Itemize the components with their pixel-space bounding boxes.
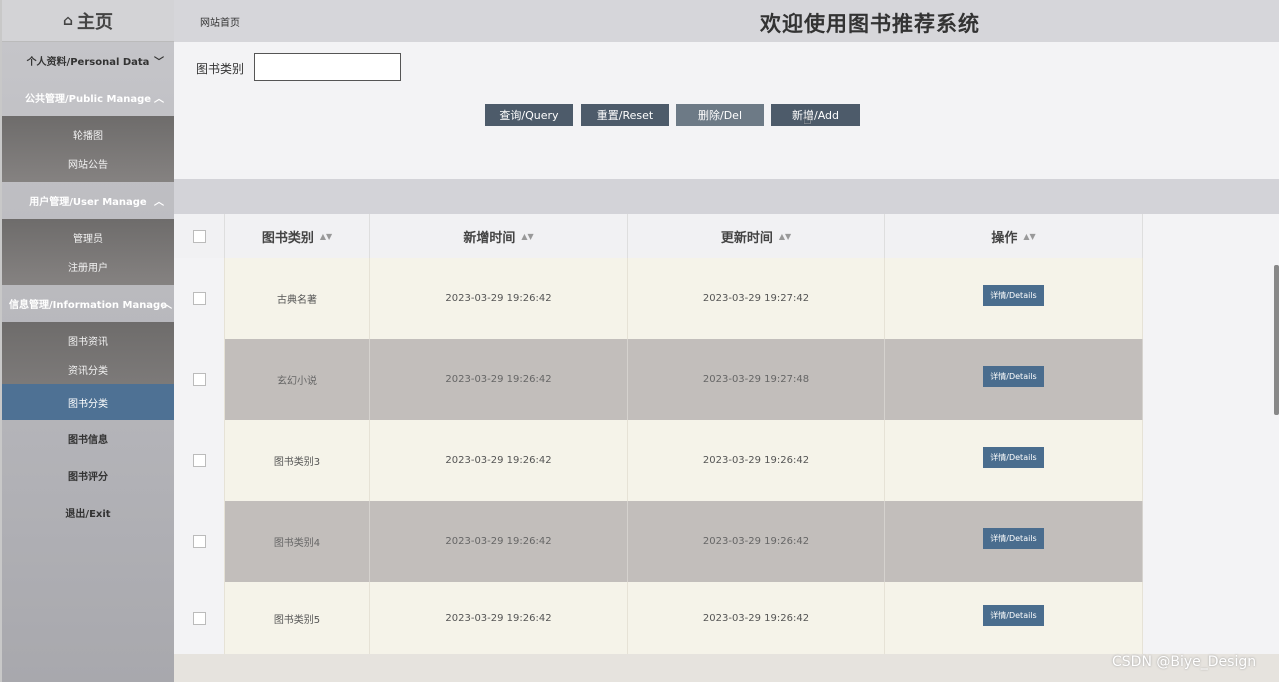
menu-group-public-manage[interactable]: 公共管理/Public Manage ︿: [2, 79, 174, 116]
cell-updated: 2023-03-29 19:26:42: [628, 420, 885, 501]
details-button[interactable]: 详情/Details: [983, 285, 1044, 306]
hand-cursor-icon: ☝: [803, 112, 812, 128]
menu-group-label: 公共管理/Public Manage: [24, 94, 152, 105]
cell-action: 详情/Details: [885, 258, 1143, 339]
chevron-up-icon: ︿: [162, 300, 172, 311]
header-created-time[interactable]: 新增时间 ▲▼: [370, 214, 628, 258]
watermark: CSDN @Biye_Design: [1112, 654, 1257, 670]
data-table: 图书类别 ▲▼ 新增时间 ▲▼ 更新时间 ▲▼ 操作 ▲▼ 古典名著 2023-03-2…: [174, 214, 1279, 654]
cell-action: 详情/Details: [885, 339, 1143, 420]
select-all-checkbox[interactable]: [192, 229, 206, 243]
details-button[interactable]: 详情/Details: [983, 447, 1044, 468]
sidebar-item-book-rating[interactable]: 图书评分: [2, 457, 174, 494]
table-row: 图书类别5 2023-03-29 19:26:42 2023-03-29 19:…: [174, 582, 1143, 654]
header-label: 新增时间: [463, 230, 516, 246]
sidebar-item-exit[interactable]: 退出/Exit: [2, 494, 174, 531]
menu-group-personal-data[interactable]: 个人资料/Personal Data ﹀: [2, 42, 174, 79]
home-icon: ⌂: [62, 12, 74, 29]
menu-group-label: 用户管理/User Manage: [29, 197, 147, 208]
sidebar-item-book-info[interactable]: 图书信息: [2, 420, 174, 457]
row-checkbox-cell: [174, 501, 225, 582]
cell-created: 2023-03-29 19:26:42: [370, 339, 628, 420]
table-row: 玄幻小说 2023-03-29 19:26:42 2023-03-29 19:2…: [174, 339, 1143, 420]
cell-updated: 2023-03-29 19:27:48: [628, 339, 885, 420]
chevron-up-icon: ︿: [154, 197, 164, 208]
cell-category: 图书类别4: [225, 501, 370, 582]
details-button[interactable]: 详情/Details: [983, 366, 1044, 387]
menu-group-information-manage[interactable]: 信息管理/Information Manage ︿: [2, 285, 174, 322]
delete-button[interactable]: 删除/Del: [676, 104, 764, 126]
header-label: 更新时间: [720, 230, 773, 246]
scrollbar-thumb[interactable]: [1274, 265, 1279, 415]
cell-updated: 2023-03-29 19:26:42: [628, 501, 885, 582]
header-label: 图书类别: [261, 230, 314, 246]
header-action[interactable]: 操作 ▲▼: [885, 214, 1143, 258]
details-button[interactable]: 详情/Details: [983, 604, 1044, 626]
category-field-label: 图书类别: [196, 62, 245, 76]
sidebar-item-registered-users[interactable]: 注册用户: [2, 252, 174, 281]
sort-icon: ▲▼: [521, 231, 534, 241]
row-checkbox-cell: [174, 420, 225, 501]
sidebar-item-admin[interactable]: 管理员: [2, 223, 174, 252]
chevron-down-icon: ﹀: [154, 57, 164, 68]
sort-icon: ▲▼: [1023, 231, 1036, 241]
cell-created: 2023-03-29 19:26:42: [370, 582, 628, 654]
sidebar-item-book-news[interactable]: 图书资讯: [2, 326, 174, 355]
row-checkbox-cell: [174, 582, 225, 654]
table-row: 图书类别3 2023-03-29 19:26:42 2023-03-29 19:…: [174, 420, 1143, 501]
row-checkbox-cell: [174, 258, 225, 339]
submenu-public-manage: 轮播图 网站公告: [2, 116, 174, 182]
breadcrumb[interactable]: 网站首页: [200, 14, 240, 29]
sidebar-item-announcement[interactable]: 网站公告: [2, 149, 174, 178]
menu-group-label: 信息管理/Information Manage: [9, 300, 167, 311]
row-checkbox[interactable]: [192, 611, 206, 625]
submenu-information-manage: 图书资讯 资讯分类 图书分类: [2, 322, 174, 420]
cell-category: 图书类别3: [225, 420, 370, 501]
cell-created: 2023-03-29 19:26:42: [370, 501, 628, 582]
row-checkbox-cell: [174, 339, 225, 420]
row-checkbox[interactable]: [192, 373, 206, 386]
add-button[interactable]: 新增/Add: [771, 104, 860, 126]
header-checkbox-cell: [174, 214, 225, 258]
cell-created: 2023-03-29 19:26:42: [370, 258, 628, 339]
row-checkbox[interactable]: [192, 454, 206, 467]
search-panel: 图书类别 查询/Query 重置/Reset 删除/Del 新增/Add: [174, 42, 1279, 179]
header-label: 操作: [991, 230, 1018, 246]
row-checkbox[interactable]: [192, 535, 206, 548]
sort-icon: ▲▼: [778, 231, 792, 241]
page-title: 欢迎使用图书推荐系统: [760, 12, 980, 36]
cell-category: 玄幻小说: [225, 339, 370, 420]
reset-button[interactable]: 重置/Reset: [581, 104, 669, 126]
submenu-user-manage: 管理员 注册用户: [2, 219, 174, 285]
cell-created: 2023-03-29 19:26:42: [370, 420, 628, 501]
details-button[interactable]: 详情/Details: [983, 528, 1044, 549]
logo-label: 主页: [77, 11, 114, 33]
sort-icon: ▲▼: [319, 231, 333, 241]
header-updated-time[interactable]: 更新时间 ▲▼: [628, 214, 885, 258]
menu-group-label: 个人资料/Personal Data: [26, 57, 150, 68]
row-checkbox[interactable]: [192, 292, 206, 305]
chevron-up-icon: ︿: [154, 94, 164, 105]
header-category[interactable]: 图书类别 ▲▼: [225, 214, 370, 258]
sidebar-item-carousel[interactable]: 轮播图: [2, 120, 174, 149]
table-row: 图书类别4 2023-03-29 19:26:42 2023-03-29 19:…: [174, 501, 1143, 582]
menu-group-user-manage[interactable]: 用户管理/User Manage ︿: [2, 182, 174, 219]
sidebar-item-news-category[interactable]: 资讯分类: [2, 355, 174, 384]
table-row: 古典名著 2023-03-29 19:26:42 2023-03-29 19:2…: [174, 258, 1143, 339]
cell-updated: 2023-03-29 19:27:42: [628, 258, 885, 339]
table-header: 图书类别 ▲▼ 新增时间 ▲▼ 更新时间 ▲▼ 操作 ▲▼: [174, 214, 1143, 258]
category-search-input[interactable]: [254, 53, 401, 81]
cell-action: 详情/Details: [885, 501, 1143, 582]
cell-action: 详情/Details: [885, 420, 1143, 501]
cell-updated: 2023-03-29 19:26:42: [628, 582, 885, 654]
sidebar: ⌂ 主页 个人资料/Personal Data ﹀ 公共管理/Public Ma…: [0, 0, 174, 682]
sidebar-item-book-category[interactable]: 图书分类: [2, 384, 174, 420]
cell-category: 图书类别5: [225, 582, 370, 654]
cell-action: 详情/Details: [885, 582, 1143, 654]
top-bar: 网站首页 欢迎使用图书推荐系统: [174, 0, 1279, 42]
query-button[interactable]: 查询/Query: [485, 104, 573, 126]
toolbar-band: [174, 179, 1279, 214]
cell-category: 古典名著: [225, 258, 370, 339]
sidebar-home-link[interactable]: ⌂ 主页: [2, 0, 174, 42]
